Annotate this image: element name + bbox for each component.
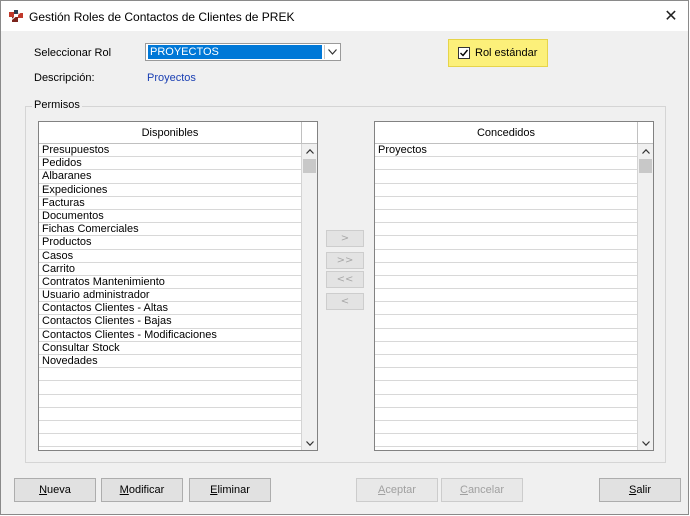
list-item[interactable] <box>375 302 637 316</box>
list-item[interactable] <box>375 381 637 395</box>
scroll-thumb[interactable] <box>639 159 652 173</box>
list-item[interactable] <box>375 263 637 276</box>
list-item[interactable] <box>375 197 637 210</box>
list-item[interactable] <box>39 381 301 395</box>
list-header-corner <box>637 122 653 144</box>
list-item[interactable] <box>375 355 637 369</box>
description-value: Proyectos <box>147 72 196 84</box>
available-list[interactable]: Disponibles Presupuestos Pedidos Albaranes… <box>38 121 318 451</box>
list-item[interactable]: Contratos Mantenimiento <box>39 276 301 290</box>
list-item[interactable]: Presupuestos <box>39 144 301 158</box>
granted-scrollbar[interactable] <box>637 144 653 450</box>
scroll-down-icon[interactable] <box>638 436 653 450</box>
list-item[interactable] <box>375 329 637 342</box>
add-all-button[interactable]: >> <box>326 252 364 269</box>
list-item[interactable]: Casos <box>39 250 301 263</box>
app-icon <box>9 10 23 22</box>
standard-role-label: Rol estándar <box>475 47 538 59</box>
modify-button-label: odificar <box>128 484 165 496</box>
scroll-thumb[interactable] <box>303 159 316 173</box>
exit-button-label: alir <box>636 484 651 496</box>
checkmark-icon <box>460 49 469 57</box>
standard-role-checkbox[interactable] <box>458 47 470 59</box>
modify-button[interactable]: Modificar <box>101 478 183 502</box>
list-item[interactable] <box>375 315 637 329</box>
granted-list[interactable]: Concedidos Proyectos <box>374 121 654 451</box>
list-item[interactable] <box>39 408 301 421</box>
list-item[interactable] <box>375 342 637 355</box>
list-item[interactable] <box>39 421 301 435</box>
list-item[interactable] <box>375 184 637 197</box>
list-item[interactable] <box>375 368 637 382</box>
scroll-down-icon[interactable] <box>302 436 317 450</box>
available-rows: Presupuestos Pedidos Albaranes Expediciones… <box>39 144 301 448</box>
delete-button-label: liminar <box>217 484 250 496</box>
close-icon: ✕ <box>664 6 678 25</box>
remove-all-button[interactable]: << <box>326 271 364 288</box>
chevron-down-icon[interactable] <box>324 45 339 59</box>
list-item[interactable]: Carrito <box>39 263 301 276</box>
role-label: Seleccionar Rol <box>34 47 112 59</box>
list-item[interactable]: Productos <box>39 236 301 250</box>
available-scrollbar[interactable] <box>301 144 317 450</box>
accept-button[interactable]: Aceptar <box>356 478 438 502</box>
list-item[interactable]: Contactos Clientes - Altas <box>39 302 301 316</box>
delete-button[interactable]: Eliminar <box>189 478 271 502</box>
available-list-header: Disponibles <box>39 122 301 144</box>
list-item[interactable] <box>39 434 301 448</box>
list-item[interactable] <box>39 368 301 382</box>
list-item[interactable] <box>375 157 637 171</box>
role-select[interactable]: PROYECTOS <box>145 43 341 61</box>
cancel-button-key: C <box>459 484 468 496</box>
list-item[interactable]: Documentos <box>39 210 301 224</box>
list-header-corner <box>301 122 317 144</box>
remove-selected-button[interactable]: < <box>326 293 364 310</box>
list-item[interactable]: Pedidos <box>39 157 301 171</box>
list-item[interactable]: Contactos Clientes - Bajas <box>39 315 301 329</box>
list-item[interactable]: Expediciones <box>39 184 301 197</box>
role-select-value: PROYECTOS <box>148 45 322 59</box>
list-item[interactable]: Fichas Comerciales <box>39 223 301 237</box>
list-item[interactable]: Contactos Clientes - Modificaciones <box>39 329 301 342</box>
list-item[interactable] <box>375 421 637 435</box>
list-item[interactable] <box>375 223 637 237</box>
scroll-up-icon[interactable] <box>302 144 317 158</box>
exit-button[interactable]: Salir <box>599 478 681 502</box>
list-item[interactable]: Consultar Stock <box>39 342 301 355</box>
new-button[interactable]: Nueva <box>14 478 96 502</box>
description-label: Descripción: <box>34 72 95 84</box>
list-item[interactable] <box>375 434 637 448</box>
accept-button-label: ceptar <box>385 484 416 496</box>
granted-rows: Proyectos <box>375 144 637 448</box>
list-item[interactable]: Albaranes <box>39 170 301 184</box>
list-item[interactable] <box>375 276 637 290</box>
cancel-button[interactable]: Cancelar <box>441 478 523 502</box>
list-item[interactable] <box>375 210 637 224</box>
list-item[interactable] <box>375 289 637 303</box>
standard-role-panel: Rol estándar <box>448 39 548 67</box>
list-item[interactable] <box>375 236 637 250</box>
modify-button-key: M <box>119 484 129 496</box>
granted-list-header: Concedidos <box>375 122 637 144</box>
list-item[interactable] <box>375 408 637 421</box>
list-item[interactable]: Novedades <box>39 355 301 369</box>
list-item[interactable]: Usuario administrador <box>39 289 301 303</box>
list-item[interactable]: Proyectos <box>375 144 637 158</box>
list-item[interactable] <box>375 395 637 408</box>
cancel-button-label: ancelar <box>467 484 505 496</box>
dialog-window: Gestión Roles de Contactos de Clientes d… <box>0 0 689 515</box>
list-item[interactable] <box>375 170 637 184</box>
scroll-up-icon[interactable] <box>638 144 653 158</box>
list-item[interactable] <box>375 250 637 263</box>
new-button-key: N <box>39 484 48 496</box>
close-button[interactable]: ✕ <box>660 5 682 27</box>
window-title: Gestión Roles de Contactos de Clientes d… <box>29 10 295 24</box>
list-item[interactable] <box>39 395 301 408</box>
add-selected-button[interactable]: > <box>326 230 364 247</box>
title-bar: Gestión Roles de Contactos de Clientes d… <box>1 1 688 31</box>
permissions-group-title: Permisos <box>32 99 82 111</box>
list-item[interactable]: Facturas <box>39 197 301 210</box>
new-button-label: ueva <box>47 484 71 496</box>
